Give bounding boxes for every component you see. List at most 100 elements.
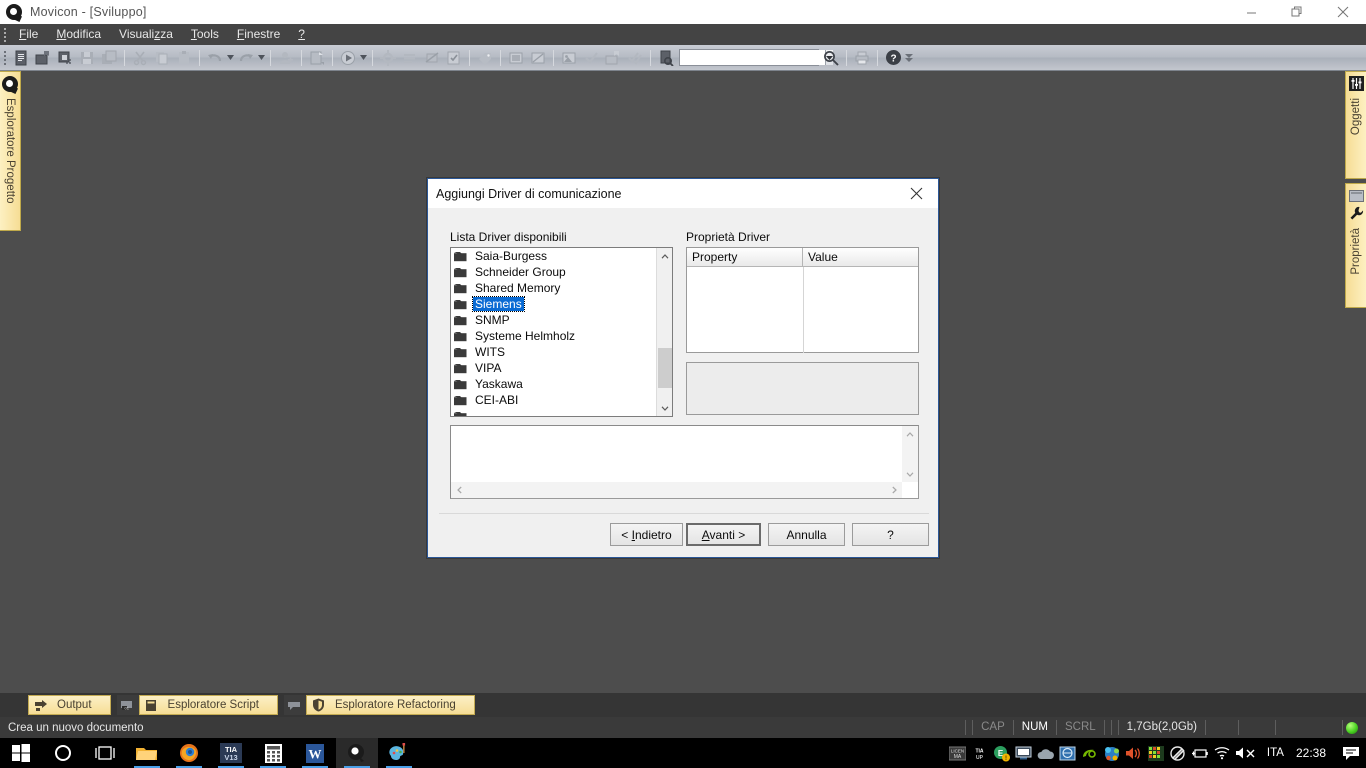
list-item-selected[interactable]: Siemens — [451, 296, 656, 312]
toolbar-overflow-icon[interactable] — [904, 47, 913, 69]
storage-icon[interactable] — [1167, 738, 1189, 768]
toolbar-separator — [469, 49, 470, 66]
driver-description-text[interactable] — [453, 428, 901, 481]
find-in-files-icon[interactable] — [655, 47, 677, 69]
scroll-up-icon[interactable] — [657, 248, 672, 264]
menu-tools[interactable]: Tools — [182, 24, 228, 45]
driver-list-scrollbar[interactable] — [656, 248, 672, 416]
scroll-down-icon[interactable] — [902, 466, 918, 482]
file-explorer-button[interactable] — [126, 738, 168, 768]
license-manager-icon[interactable]: LICEN MA — [947, 738, 969, 768]
onedrive-icon[interactable] — [1035, 738, 1057, 768]
maximize-button[interactable] — [1274, 0, 1320, 24]
dialog-divider — [439, 513, 929, 514]
sidebar-item-proprieta[interactable]: Proprietà — [1345, 183, 1366, 308]
save-resource-icon[interactable] — [54, 47, 76, 69]
menu-modifica[interactable]: Modifica — [47, 24, 110, 45]
update-alert-icon[interactable]: E! — [991, 738, 1013, 768]
color-grid-icon[interactable] — [1145, 738, 1167, 768]
tab-output[interactable]: Output — [28, 695, 111, 715]
open-project-icon[interactable] — [32, 47, 54, 69]
tab-esploratore-refactoring[interactable]: Esploratore Refactoring — [305, 695, 475, 715]
list-item[interactable]: CEI-ABI — [451, 392, 656, 408]
list-item[interactable]: SNMP — [451, 312, 656, 328]
toolbar-separator — [846, 49, 847, 66]
sidebar-item-esploratore-progetto[interactable]: Esploratore Progetto — [0, 71, 21, 231]
list-item[interactable]: Saia-Burgess — [451, 248, 656, 264]
help-icon[interactable]: ? — [882, 47, 904, 69]
help-button[interactable]: ? — [852, 523, 929, 546]
driver-properties-grid[interactable]: Property Value — [686, 247, 919, 353]
sidebar-item-oggetti[interactable]: Oggetti — [1345, 71, 1366, 179]
scroll-right-icon[interactable] — [886, 482, 902, 498]
cortana-button[interactable] — [42, 738, 84, 768]
undo-dropdown-icon[interactable] — [226, 47, 235, 69]
watch-icon — [421, 47, 443, 69]
column-header-value[interactable]: Value — [803, 248, 918, 267]
toolbar-grip[interactable] — [0, 45, 10, 71]
tab-esploratore-script[interactable]: Esploratore Script — [138, 695, 278, 715]
driver-list[interactable]: Saia-Burgess Schneider Group Shared Memo… — [450, 247, 673, 417]
start-button[interactable] — [0, 738, 42, 768]
paint-button[interactable] — [378, 738, 420, 768]
action-center-icon[interactable] — [1336, 738, 1366, 768]
network-share-icon[interactable] — [1057, 738, 1079, 768]
speaker-icon[interactable] — [1123, 738, 1145, 768]
back-button[interactable]: < Indietro — [610, 523, 683, 546]
grid-column-divider[interactable] — [803, 267, 804, 353]
tia-updater-icon[interactable]: TIA UP — [969, 738, 991, 768]
redo-dropdown-icon[interactable] — [257, 47, 266, 69]
task-view-button[interactable] — [84, 738, 126, 768]
status-separator — [972, 720, 974, 735]
list-item[interactable]: VIPA — [451, 360, 656, 376]
run-icon[interactable] — [337, 47, 359, 69]
firefox-button[interactable] — [168, 738, 210, 768]
new-document-icon[interactable] — [10, 47, 32, 69]
close-icon[interactable] — [894, 179, 938, 208]
scroll-down-icon[interactable] — [657, 400, 672, 416]
minimize-button[interactable] — [1228, 0, 1274, 24]
clock[interactable]: 22:38 — [1292, 746, 1336, 760]
calculator-button[interactable] — [252, 738, 294, 768]
word-button[interactable]: W — [294, 738, 336, 768]
next-button[interactable]: Avanti > — [686, 523, 761, 546]
volume-muted-icon[interactable] — [1233, 738, 1259, 768]
cancel-button[interactable]: Annulla — [768, 523, 845, 546]
list-item[interactable]: Systeme Helmholz — [451, 328, 656, 344]
display-icon[interactable] — [1013, 738, 1035, 768]
language-indicator[interactable]: ITA — [1259, 747, 1292, 759]
movicon-button[interactable] — [336, 738, 378, 768]
list-item[interactable]: Yaskawa — [451, 376, 656, 392]
undo-icon[interactable] — [204, 47, 226, 69]
search-icon[interactable] — [820, 47, 842, 69]
menubar-grip[interactable] — [0, 24, 10, 45]
grid-body[interactable] — [687, 267, 918, 353]
list-item[interactable]: Shared Memory — [451, 280, 656, 296]
search-input[interactable] — [680, 50, 825, 65]
toolbar-separator — [332, 49, 333, 66]
wifi-icon[interactable] — [1211, 738, 1233, 768]
column-header-property[interactable]: Property — [687, 248, 803, 267]
refactoring-pre-icon — [283, 695, 306, 715]
run-dropdown-icon[interactable] — [359, 47, 368, 69]
bluetooth-icon[interactable] — [1101, 738, 1123, 768]
list-item[interactable]: WITS — [451, 344, 656, 360]
scroll-left-icon[interactable] — [451, 482, 467, 498]
description-horizontal-scrollbar[interactable] — [451, 482, 902, 498]
driver-description-box[interactable] — [450, 425, 919, 499]
redo-icon[interactable] — [235, 47, 257, 69]
list-item[interactable]: Schneider Group — [451, 264, 656, 280]
menu-file[interactable]: File — [10, 24, 47, 45]
battery-icon[interactable] — [1189, 738, 1211, 768]
description-vertical-scrollbar[interactable] — [902, 426, 918, 482]
tia-v13-button[interactable]: TIA V13 — [210, 738, 252, 768]
scroll-up-icon[interactable] — [902, 426, 918, 442]
menu-help[interactable]: ? — [289, 24, 314, 45]
list-item-partial[interactable] — [451, 408, 656, 416]
search-combo[interactable] — [679, 49, 833, 66]
close-button[interactable] — [1320, 0, 1366, 24]
scrollbar-thumb[interactable] — [658, 348, 672, 388]
menu-visualizza[interactable]: Visualizza — [110, 24, 182, 45]
nvidia-icon[interactable] — [1079, 738, 1101, 768]
menu-finestre[interactable]: Finestre — [228, 24, 289, 45]
